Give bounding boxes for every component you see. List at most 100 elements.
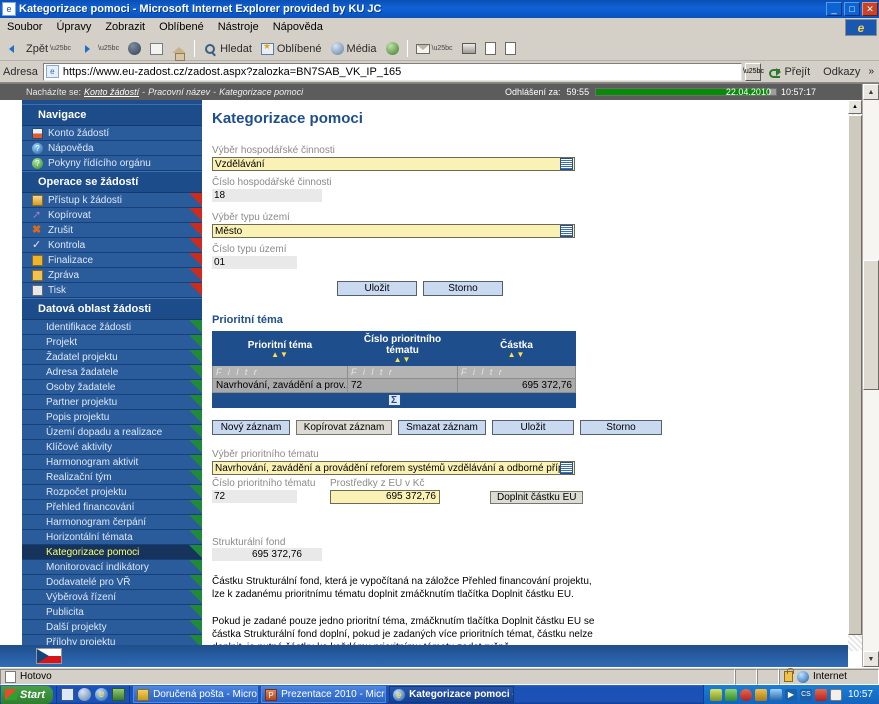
- print-button[interactable]: [458, 38, 480, 59]
- clock[interactable]: 10:57: [848, 689, 873, 700]
- language-bar-icon[interactable]: CS: [799, 688, 812, 701]
- tray-icon-1[interactable]: [709, 688, 722, 701]
- picker-icon[interactable]: [560, 225, 573, 237]
- minimize-button[interactable]: _: [826, 2, 842, 16]
- tray-icon-2[interactable]: [724, 688, 737, 701]
- refresh-button[interactable]: [146, 38, 167, 59]
- sidebar-item-vyberova-rizeni[interactable]: Výběrová řízení: [22, 590, 202, 605]
- taskbar-item-powerpoint[interactable]: P Prezentace 2010 - Micros...: [261, 686, 387, 703]
- sidebar-item-identifikace-zadosti[interactable]: Identifikace žádosti: [22, 320, 202, 335]
- sidebar-item-klicove-aktivity[interactable]: Klíčové aktivity: [22, 440, 202, 455]
- sidebar-item-kopirovat[interactable]: ➚ Kopírovat: [22, 208, 202, 223]
- sidebar-item-zrusit[interactable]: ✖ Zrušit: [22, 223, 202, 238]
- menu-nastroje[interactable]: Nástroje: [211, 19, 266, 35]
- scroll-down-icon[interactable]: ▼: [863, 651, 879, 667]
- sidebar-item-pristup-k-zadosti[interactable]: Přístup k žádosti: [22, 193, 202, 208]
- cancel-button-grid[interactable]: Storno: [580, 420, 662, 435]
- save-button-top[interactable]: Uložit: [337, 281, 417, 296]
- stop-button[interactable]: [124, 38, 145, 59]
- tray-icon-player[interactable]: ▶: [784, 688, 797, 701]
- scrollbar-thumb[interactable]: [863, 260, 879, 390]
- economic-activity-input[interactable]: Vzdělávání: [212, 157, 575, 171]
- taskbar-item-ie-active[interactable]: e Kategorizace pomoci -...: [389, 686, 515, 703]
- go-button[interactable]: Přejít: [764, 64, 815, 80]
- tray-icon-3[interactable]: [754, 688, 767, 701]
- filter-input-theme[interactable]: F i l t r: [212, 365, 348, 379]
- back-dropdown-icon[interactable]: \u25bc: [50, 45, 71, 52]
- menu-soubor[interactable]: Soubor: [0, 19, 49, 35]
- sidebar-item-harmonogram-aktivit[interactable]: Harmonogram aktivit: [22, 455, 202, 470]
- table-row[interactable]: Navrhování, zavádění a prov... 72 695 37…: [212, 378, 576, 393]
- filter-input-amount[interactable]: F i l t r: [457, 365, 576, 379]
- priority-theme-select-input[interactable]: Navrhování, zavádění a provádění reforem…: [212, 461, 575, 475]
- tray-mail-icon[interactable]: [829, 688, 842, 701]
- taskbar-item-outlook[interactable]: Doručená pošta - Microso...: [133, 686, 259, 703]
- sidebar-item-zprava[interactable]: Zpráva: [22, 268, 202, 283]
- sidebar-item-napoveda[interactable]: ? Nápověda: [22, 141, 202, 156]
- sidebar-item-finalizace[interactable]: Finalizace: [22, 253, 202, 268]
- internet-explorer-icon[interactable]: e: [95, 688, 109, 701]
- sidebar-item-dalsi-projekty[interactable]: Další projekty: [22, 620, 202, 635]
- tray-icon-4[interactable]: [769, 688, 782, 701]
- breadcrumb-link-konto[interactable]: Konto žádostí: [84, 87, 139, 97]
- scroll-up-icon[interactable]: ▲: [848, 100, 862, 114]
- sidebar-item-adresa-zadatele[interactable]: Adresa žadatele: [22, 365, 202, 380]
- menu-oblibene[interactable]: Oblíbené: [152, 19, 211, 35]
- sidebar-item-kategorizace-pomoci[interactable]: Kategorizace pomoci: [22, 545, 202, 560]
- cancel-button-top[interactable]: Storno: [423, 281, 503, 296]
- media-player-icon[interactable]: [78, 688, 92, 701]
- security-zone-panel[interactable]: Internet: [779, 668, 879, 685]
- start-button[interactable]: Start: [1, 685, 54, 704]
- sidebar-item-konto-zadosti[interactable]: Konto žádostí: [22, 126, 202, 141]
- toolbar-overflow-icon[interactable]: »: [868, 66, 877, 77]
- sidebar-item-popis-projektu[interactable]: Popis projektu: [22, 410, 202, 425]
- close-button[interactable]: ✕: [862, 2, 878, 16]
- forward-dropdown-icon[interactable]: \u25bc: [98, 45, 119, 52]
- picker-icon[interactable]: [560, 158, 573, 170]
- sidebar-item-zadatel-projektu[interactable]: Žadatel projektu: [22, 350, 202, 365]
- sidebar-item-monitorovaci-indikatory[interactable]: Monitorovací indikátory: [22, 560, 202, 575]
- browser-scrollbar[interactable]: ▲ ▼: [862, 84, 879, 667]
- links-button[interactable]: Odkazy: [818, 64, 865, 80]
- sort-arrows-icon[interactable]: ▲▼: [350, 355, 455, 364]
- sidebar-item-projekt[interactable]: Projekt: [22, 335, 202, 350]
- menu-upravy[interactable]: Úpravy: [49, 19, 98, 35]
- delete-record-button[interactable]: Smazat záznam: [398, 420, 486, 435]
- sidebar-item-rozpocet-projektu[interactable]: Rozpočet projektu: [22, 485, 202, 500]
- address-dropdown-button[interactable]: \u25bc: [743, 62, 764, 81]
- column-header-amount[interactable]: Částka ▲▼: [457, 331, 576, 366]
- mail-dropdown-icon[interactable]: \u25bc: [432, 45, 453, 52]
- media-button[interactable]: Média: [327, 38, 381, 59]
- sidebar-item-harmonogram-cerpani[interactable]: Harmonogram čerpání: [22, 515, 202, 530]
- outlook-quick-icon[interactable]: [112, 688, 126, 701]
- sidebar-item-horizontalni-temata[interactable]: Horizontální témata: [22, 530, 202, 545]
- page-scrollbar[interactable]: ▲: [848, 100, 862, 651]
- picker-icon[interactable]: [560, 462, 573, 474]
- menu-zobrazit[interactable]: Zobrazit: [98, 19, 152, 35]
- scrollbar-track[interactable]: [863, 100, 879, 651]
- sidebar-item-realizacni-tym[interactable]: Realizační tým: [22, 470, 202, 485]
- favorites-button[interactable]: Oblíbené: [257, 38, 326, 59]
- new-record-button[interactable]: Nový záznam: [212, 420, 290, 435]
- sidebar-item-pokyny-ridiciho-organu[interactable]: ? Pokyny řídícího orgánu: [22, 156, 202, 171]
- sidebar-item-tisk[interactable]: Tisk: [22, 283, 202, 298]
- back-button[interactable]: Zpět \u25bc: [3, 38, 75, 59]
- sort-arrows-icon[interactable]: ▲▼: [215, 350, 345, 359]
- column-header-theme[interactable]: Prioritní téma ▲▼: [212, 331, 348, 366]
- maximize-button[interactable]: □: [844, 2, 860, 16]
- menu-napoveda[interactable]: Nápověda: [266, 19, 330, 35]
- tray-icon-blocked[interactable]: [739, 688, 752, 701]
- sort-arrows-icon[interactable]: ▲▼: [460, 350, 573, 359]
- history-button[interactable]: [382, 38, 403, 59]
- address-input[interactable]: e https://www.eu-zadost.cz/zadost.aspx?z…: [42, 62, 743, 81]
- sidebar-item-prehled-financovani[interactable]: Přehled financování: [22, 500, 202, 515]
- scroll-up-icon[interactable]: ▲: [863, 84, 879, 100]
- sidebar-item-partner-projektu[interactable]: Partner projektu: [22, 395, 202, 410]
- sidebar-item-uzemi-dopadu-a-realizace[interactable]: Území dopadu a realizace: [22, 425, 202, 440]
- filter-input-number[interactable]: F i l t r: [347, 365, 458, 379]
- edit-button[interactable]: [481, 38, 500, 59]
- search-button[interactable]: Hledat: [199, 38, 256, 59]
- copy-record-button[interactable]: Kopírovat záznam: [296, 420, 392, 435]
- sidebar-item-osoby-zadatele[interactable]: Osoby žadatele: [22, 380, 202, 395]
- sidebar-item-kontrola[interactable]: ✓ Kontrola: [22, 238, 202, 253]
